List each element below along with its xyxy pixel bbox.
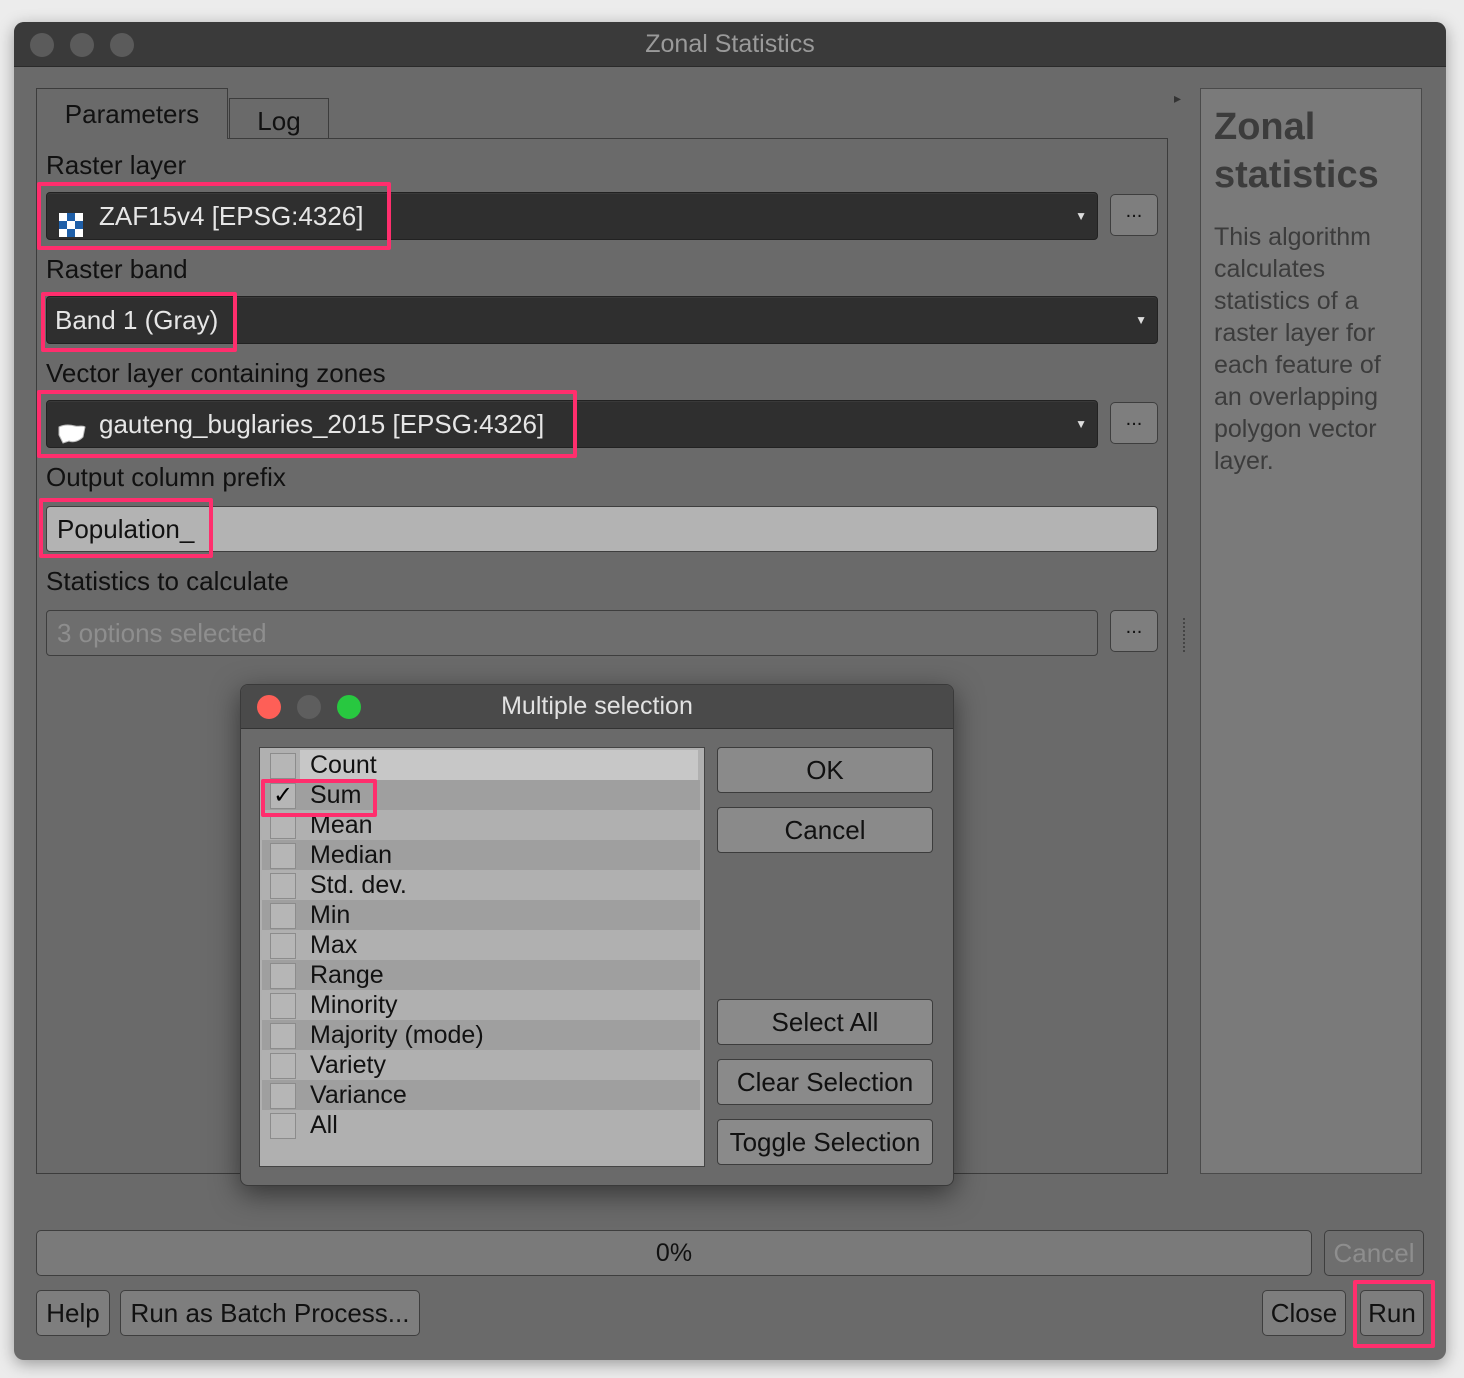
checkbox[interactable]: [270, 1053, 296, 1079]
raster-layer-value: ZAF15v4 [EPSG:4326]: [99, 201, 364, 231]
splitter-handle[interactable]: [1183, 618, 1189, 652]
list-item-label: Median: [310, 841, 392, 869]
checkbox[interactable]: [270, 873, 296, 899]
raster-layer-combo[interactable]: ZAF15v4 [EPSG:4326] ▼: [46, 192, 1098, 240]
help-panel: Zonal statistics This algorithm calculat…: [1200, 88, 1422, 1174]
clear-selection-button[interactable]: Clear Selection: [717, 1059, 933, 1105]
raster-layer-label: Raster layer: [46, 150, 187, 180]
dialog-title: Multiple selection: [501, 692, 693, 720]
dialog-titlebar: Multiple selection: [241, 685, 953, 729]
statistics-value: 3 options selected: [57, 618, 267, 648]
raster-band-label: Raster band: [46, 254, 188, 284]
list-item-std-dev[interactable]: Std. dev.: [262, 870, 700, 900]
list-item-min[interactable]: Min: [262, 900, 700, 930]
progress-text: 0%: [655, 1239, 693, 1267]
run-button[interactable]: Run: [1360, 1290, 1424, 1336]
close-button[interactable]: Close: [1262, 1290, 1346, 1336]
window-title: Zonal Statistics: [645, 30, 815, 58]
vector-layer-label: Vector layer containing zones: [46, 358, 386, 388]
multiple-selection-dialog: Multiple selection Count ✓ Sum Mean Medi…: [240, 684, 954, 1186]
progress-cancel-button[interactable]: Cancel: [1324, 1230, 1424, 1276]
chevron-down-icon: ▼: [1075, 209, 1087, 223]
statistics-browse-button[interactable]: ...: [1110, 610, 1158, 652]
progress-bar: 0%: [36, 1230, 1312, 1276]
output-prefix-value: Population_: [57, 514, 195, 544]
list-item-label: Count: [310, 751, 377, 779]
help-body: This algorithm calculates statistics of …: [1214, 223, 1381, 475]
list-item-label: Mean: [310, 811, 373, 839]
list-item-label: Variety: [310, 1051, 386, 1079]
statistics-listbox[interactable]: Count ✓ Sum Mean Median Std. dev. Min Ma…: [259, 747, 705, 1167]
list-item-label: Min: [310, 901, 351, 929]
list-item-range[interactable]: Range: [262, 960, 700, 990]
raster-band-combo[interactable]: Band 1 (Gray) ▼: [46, 296, 1158, 344]
list-item-median[interactable]: Median: [262, 840, 700, 870]
statistics-field[interactable]: 3 options selected: [46, 610, 1098, 656]
statistics-label: Statistics to calculate: [46, 566, 289, 596]
panel-collapse-arrow-icon[interactable]: ▸: [1174, 90, 1181, 107]
checkbox[interactable]: [270, 963, 296, 989]
list-item-label: Majority (mode): [310, 1021, 484, 1049]
checkbox-checked[interactable]: ✓: [270, 783, 296, 809]
raster-layer-browse-button[interactable]: ...: [1110, 194, 1158, 236]
list-item-label: Max: [310, 931, 358, 959]
checkbox[interactable]: [270, 1113, 296, 1139]
checkbox[interactable]: [270, 843, 296, 869]
checkbox[interactable]: [270, 1023, 296, 1049]
checkbox[interactable]: [270, 1083, 296, 1109]
help-button[interactable]: Help: [36, 1290, 110, 1336]
ok-button[interactable]: OK: [717, 747, 933, 793]
polygon-layer-icon: [57, 413, 87, 444]
vector-layer-value: gauteng_buglaries_2015 [EPSG:4326]: [99, 409, 545, 439]
list-item-count[interactable]: Count: [262, 750, 700, 780]
output-prefix-input[interactable]: Population_: [46, 506, 1158, 552]
list-item-variety[interactable]: Variety: [262, 1050, 700, 1080]
checkbox[interactable]: [270, 813, 296, 839]
list-item-label: Range: [310, 961, 384, 989]
list-item-majority[interactable]: Majority (mode): [262, 1020, 700, 1050]
list-item-label: Std. dev.: [310, 871, 407, 899]
list-item-label: Variance: [310, 1081, 407, 1109]
chevron-down-icon: ▼: [1135, 313, 1147, 327]
chevron-down-icon: ▼: [1075, 417, 1087, 431]
list-item-variance[interactable]: Variance: [262, 1080, 700, 1110]
tab-log[interactable]: Log: [229, 98, 329, 139]
vector-layer-browse-button[interactable]: ...: [1110, 402, 1158, 444]
tab-parameters[interactable]: Parameters: [36, 88, 228, 139]
list-item-max[interactable]: Max: [262, 930, 700, 960]
list-item-label: Sum: [310, 781, 362, 809]
list-item-sum[interactable]: ✓ Sum: [262, 780, 700, 810]
list-item-minority[interactable]: Minority: [262, 990, 700, 1020]
raster-layer-icon: [59, 205, 83, 237]
list-item-label: All: [310, 1111, 338, 1139]
raster-band-value: Band 1 (Gray): [55, 305, 219, 335]
output-prefix-label: Output column prefix: [46, 462, 286, 492]
checkbox[interactable]: [270, 933, 296, 959]
list-item-label: Minority: [310, 991, 398, 1019]
list-item-all[interactable]: All: [262, 1110, 700, 1140]
checkbox[interactable]: [270, 903, 296, 929]
select-all-button[interactable]: Select All: [717, 999, 933, 1045]
checkbox[interactable]: [270, 753, 296, 779]
vector-layer-combo[interactable]: gauteng_buglaries_2015 [EPSG:4326] ▼: [46, 400, 1098, 448]
run-batch-button[interactable]: Run as Batch Process...: [120, 1290, 420, 1336]
dialog-cancel-button[interactable]: Cancel: [717, 807, 933, 853]
help-title: Zonal statistics: [1214, 106, 1379, 196]
toggle-selection-button[interactable]: Toggle Selection: [717, 1119, 933, 1165]
window-titlebar: Zonal Statistics: [14, 22, 1446, 67]
checkbox[interactable]: [270, 993, 296, 1019]
list-item-mean[interactable]: Mean: [262, 810, 700, 840]
